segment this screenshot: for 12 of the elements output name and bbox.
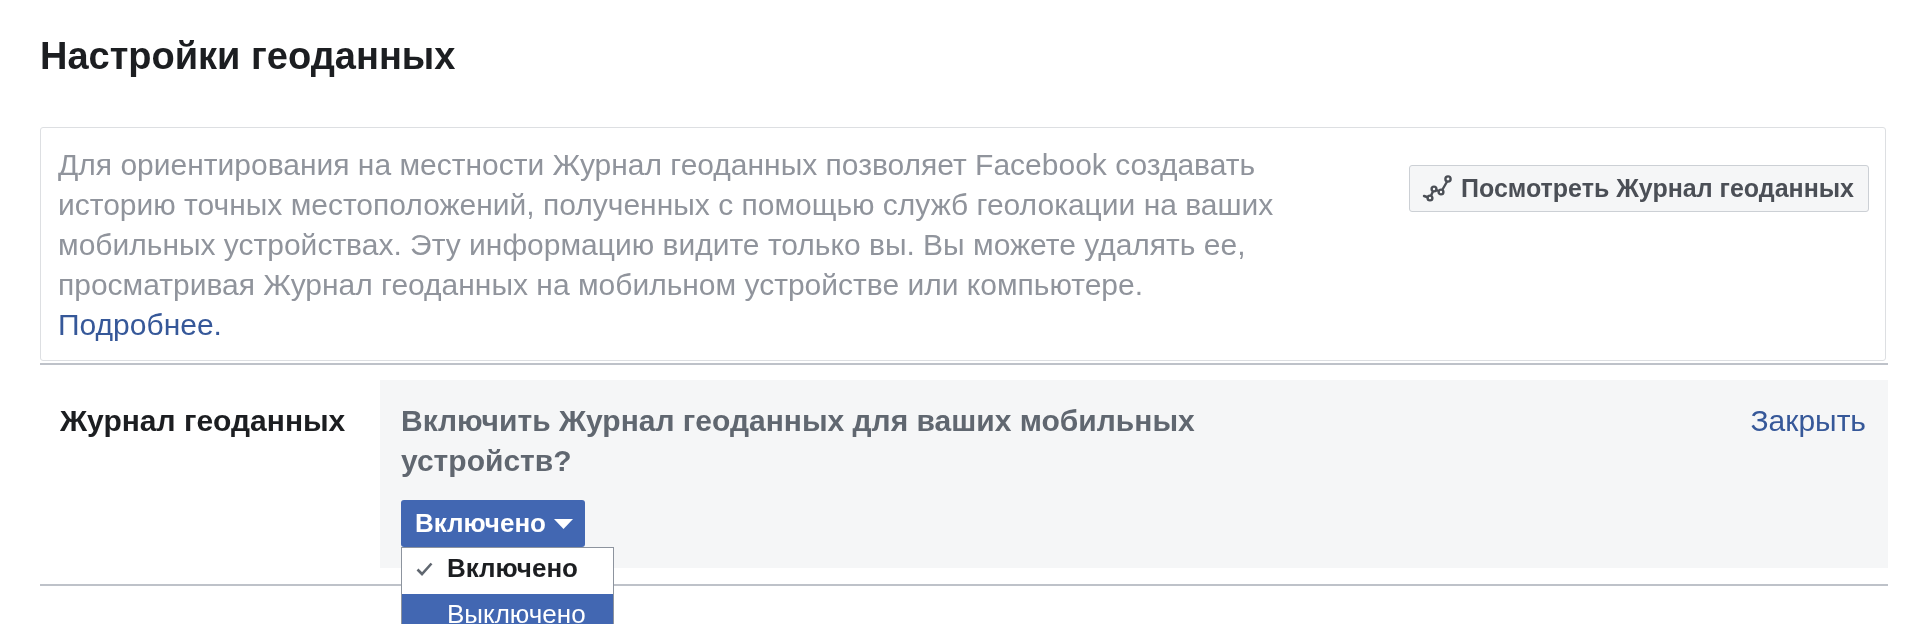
setting-question: Включить Журнал геоданных для ваших мобильных устройств? [401,403,1196,479]
status-dropdown[interactable]: Включено [401,500,585,547]
view-history-button[interactable]: Посмотреть Журнал геоданных [1408,165,1869,212]
page-title: Настройки геоданных [40,36,457,76]
setting-label: Журнал геоданных [59,403,347,439]
checkmark-icon [416,562,433,576]
description-text: Для ориентирования на местности Журнал геоданных позволяет Facebook создавать историю точных местоположений, полученных с помощью служб геолокации на ваших мобильных устройствах. Эту информацию видите только вы. Вы можете удалять ее, просматривая Журнал геоданных на мобильном устройстве или компьютере. Подробнее. [58,147,1274,343]
caret-icon [554,518,573,529]
dropdown-option[interactable]: Выключено [402,594,613,624]
close-link[interactable]: Закрыть [1750,401,1866,441]
route-icon [1421,175,1452,202]
learn-more-link[interactable]: Подробнее. [58,308,222,341]
